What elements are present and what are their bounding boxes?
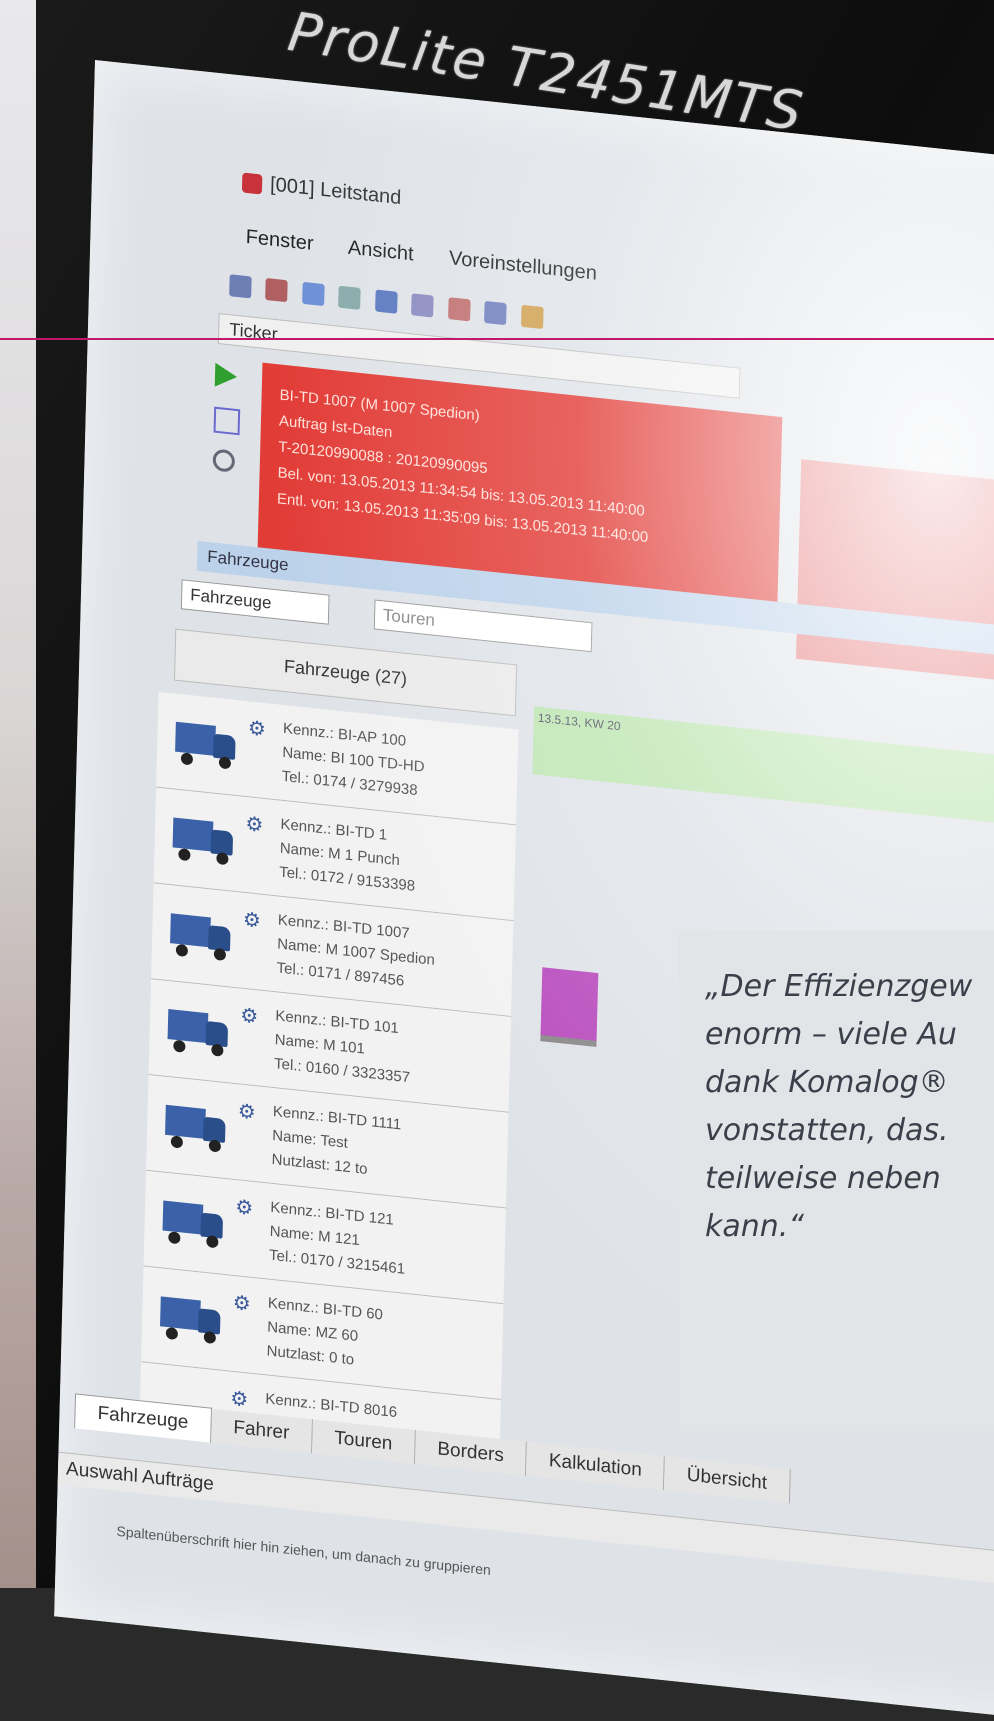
accent-line [0,338,994,340]
quote-line: vonstatten, das. [705,1113,949,1148]
quote-line: dank Komalog® [705,1065,949,1100]
checklist-icon[interactable] [213,406,241,436]
quote-line: kann.“ [705,1209,804,1244]
tour-block[interactable] [540,967,599,1047]
truck-icon [167,1009,229,1057]
dispatch-icon: ⚙ [245,813,264,837]
tab-borders[interactable]: Borders [414,1430,528,1476]
ticker-alert-2[interactable] [796,459,994,691]
toolbar-icon[interactable] [265,278,289,303]
dispatch-icon: ⚙ [235,1196,254,1220]
vehicle-list: ⚙ Kennz.: BI-AP 100 Name: BI 100 TD-HD Tel… [139,691,519,1451]
quote-line: „Der Effizienzgew [705,969,973,1004]
truck-icon [170,913,231,962]
truck-icon [160,1296,221,1345]
dispatch-icon: ⚙ [229,1387,249,1412]
dispatch-icon: ⚙ [247,717,267,742]
dispatch-icon: ⚙ [237,1100,257,1125]
quote-line: enorm – viele Au [705,1017,957,1052]
truck-icon [175,721,236,770]
app-icon [241,172,263,195]
ticker-icons [212,362,242,473]
toolbar-icon[interactable] [484,300,507,326]
toolbar-icon[interactable] [447,297,471,322]
vehicle-filter-select[interactable]: Fahrzeuge [180,579,330,625]
toolbar-icon[interactable] [229,274,252,299]
quote-line: teilweise neben [705,1161,941,1196]
timeline-header: 13.5.13, KW 20 [532,706,994,834]
search-icon[interactable] [212,448,236,473]
menu-voreinstellungen[interactable]: Voreinstellungen [449,247,597,284]
toolbar-icon[interactable] [411,293,434,318]
menu-bar: Fenster Ansicht Voreinstellungen [245,226,627,289]
tab-kalkulation[interactable]: Kalkulation [526,1441,666,1491]
home-icon[interactable] [374,289,398,314]
truck-icon [162,1200,224,1249]
truck-icon [172,817,234,866]
dispatch-icon: ⚙ [232,1291,252,1316]
window-title: [001] Leitstand [241,170,402,210]
play-icon[interactable] [214,362,238,389]
dispatch-icon: ⚙ [242,908,262,933]
quote-box: „Der Effizienzgew enorm – viele Au dank … [679,931,994,1431]
window-title-text: [001] Leitstand [269,173,402,210]
background-wall [0,0,36,1588]
tab-uebersicht[interactable]: Übersicht [664,1456,791,1504]
menu-fenster[interactable]: Fenster [245,226,313,255]
monitor-screen: [001] Leitstand Fenster Ansicht Voreinst… [54,60,994,1721]
dispatch-icon: ⚙ [240,1004,259,1029]
group-hint: Spaltenüberschrift hier hin ziehen, um d… [116,1522,491,1578]
toolbar-icon[interactable] [520,304,544,330]
truck-icon [165,1104,226,1153]
toolbar-icon[interactable] [302,281,325,307]
menu-ansicht[interactable]: Ansicht [348,237,414,266]
toolbar-icon[interactable] [338,285,362,310]
